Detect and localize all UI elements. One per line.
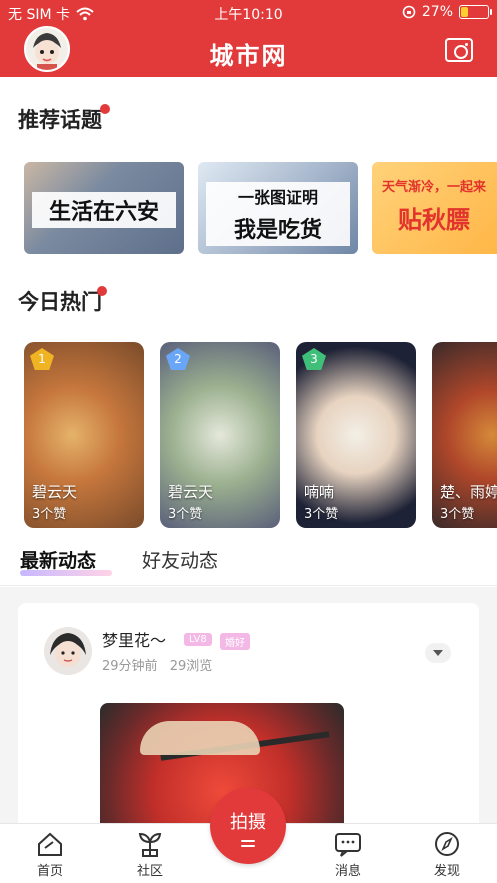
- hot-name: 楚、雨婷: [440, 483, 497, 501]
- hot-likes: 3个赞: [168, 507, 203, 522]
- message-icon: [335, 833, 361, 857]
- hot-name: 碧云天: [168, 483, 214, 501]
- topic-label-small: 一张图证明: [206, 182, 350, 210]
- nav-discover[interactable]: 发现: [417, 830, 477, 879]
- hot-likes: 3个赞: [32, 507, 67, 522]
- topics-title: 推荐话题: [18, 108, 102, 132]
- topic-label-big: 我是吃货: [206, 210, 350, 246]
- tab-friends[interactable]: 好友动态: [142, 546, 218, 573]
- rotation-lock-icon: [402, 5, 416, 19]
- battery-icon: [459, 5, 492, 19]
- topics-row[interactable]: 生活在六安 一张图证明 我是吃货 天气渐冷，一起来 贴秋膘: [24, 162, 497, 254]
- nav-discover-label: 发现: [433, 864, 460, 879]
- post-views: 29浏览: [169, 659, 213, 674]
- level-badge: LV8: [184, 633, 212, 646]
- tab-latest[interactable]: 最新动态: [20, 546, 96, 573]
- hot-likes: 3个赞: [440, 507, 475, 522]
- sprout-icon: [138, 832, 162, 857]
- hot-row[interactable]: 1 碧云天 3个赞 2 碧云天 3个赞 3 喃喃 3个赞 楚、雨婷 3个赞: [24, 342, 497, 528]
- top-bar: 无 SIM 卡 上午10:10 27% 城市网: [0, 0, 497, 77]
- battery-fill: [461, 7, 468, 17]
- topic-card[interactable]: 一张图证明 我是吃货: [198, 162, 358, 254]
- hot-card[interactable]: 1 碧云天 3个赞: [24, 342, 144, 528]
- nav-community-label: 社区: [136, 864, 163, 879]
- nav-messages-label: 消息: [334, 864, 361, 879]
- app: 无 SIM 卡 上午10:10 27% 城市网 推荐话题 生活在六安 一张图证明…: [0, 0, 497, 883]
- app-logo: 城市网: [209, 42, 288, 70]
- new-dot: [97, 286, 107, 296]
- post-time: 29分钟前: [102, 659, 158, 674]
- topic-card[interactable]: 生活在六安: [24, 162, 184, 254]
- broth-area: [140, 721, 260, 755]
- hot-likes: 3个赞: [304, 507, 339, 522]
- status-bar: 无 SIM 卡 上午10:10 27%: [0, 0, 497, 26]
- nav-home[interactable]: 首页: [20, 830, 80, 879]
- compass-icon: [435, 832, 459, 856]
- nav-messages[interactable]: 消息: [318, 830, 378, 879]
- hot-card[interactable]: 楚、雨婷 3个赞: [432, 342, 497, 528]
- hot-name: 喃喃: [304, 483, 335, 501]
- hot-card[interactable]: 3 喃喃 3个赞: [296, 342, 416, 528]
- new-dot: [100, 104, 110, 114]
- shoot-line: [241, 845, 255, 847]
- shoot-label: 拍摄: [230, 812, 266, 833]
- camera-icon[interactable]: [445, 38, 473, 62]
- header: 城市网: [0, 26, 497, 77]
- hot-card[interactable]: 2 碧云天 3个赞: [160, 342, 280, 528]
- nav-home-label: 首页: [36, 864, 63, 879]
- rank-badge: 1: [30, 348, 54, 370]
- post-avatar[interactable]: [44, 627, 92, 675]
- shoot-line: [241, 840, 255, 842]
- topic-label-big: 贴秋膘: [398, 206, 470, 234]
- status-right: 27%: [402, 4, 492, 20]
- topic-card[interactable]: 天气渐冷，一起来 贴秋膘: [372, 162, 497, 254]
- shoot-button[interactable]: 拍摄: [210, 788, 286, 864]
- nav-community[interactable]: 社区: [120, 830, 180, 879]
- feed-tabs: 最新动态 好友动态: [0, 542, 497, 586]
- post-meta: 29分钟前 29浏览: [102, 655, 212, 674]
- rank-badge: 3: [302, 348, 326, 370]
- post-author[interactable]: 梦里花～: [102, 627, 166, 651]
- hot-name: 碧云天: [32, 483, 78, 501]
- rank-badge: 2: [166, 348, 190, 370]
- home-icon: [38, 832, 62, 856]
- battery-percent: 27%: [421, 4, 453, 20]
- topic-label: 生活在六安: [32, 192, 176, 228]
- topic-label-small: 天气渐冷，一起来: [382, 180, 487, 195]
- more-dropdown-button[interactable]: [425, 643, 451, 663]
- user-avatar-icon: [44, 627, 92, 675]
- hot-title: 今日热门: [18, 290, 102, 314]
- tag-badge: 婚好: [220, 633, 250, 650]
